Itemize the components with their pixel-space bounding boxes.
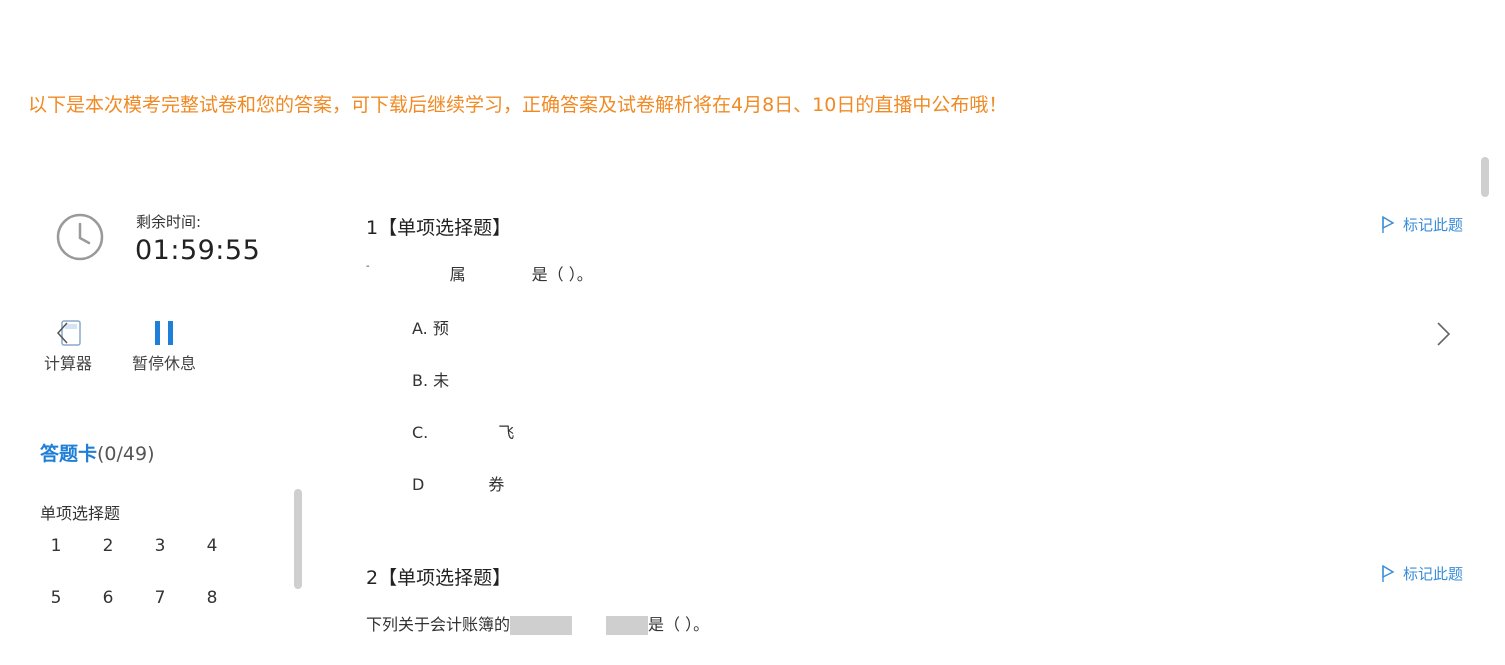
mark-label: 标记此题 [1403, 216, 1464, 234]
mark-question-2-button[interactable]: 标记此题 [1381, 563, 1463, 584]
answer-card-item[interactable]: 8 [186, 588, 238, 608]
calculator-button[interactable]: 计算器 [40, 318, 96, 374]
question-type-label: 单项选择题 [40, 504, 121, 523]
answer-card-scrollbar[interactable] [294, 489, 302, 589]
answer-card-item[interactable]: 1 [30, 536, 82, 556]
page-scrollbar[interactable] [1481, 157, 1489, 197]
mark-question-1-button[interactable]: 标记此题 [1381, 214, 1463, 235]
calculator-label: 计算器 [43, 354, 92, 373]
option-text: 未 [433, 371, 450, 390]
redacted-text [606, 616, 649, 635]
pause-icon [126, 318, 202, 348]
pause-label: 暂停休息 [131, 354, 196, 373]
option-text: 券 [488, 475, 505, 494]
option-d[interactable]: D券 [412, 471, 504, 495]
redacted-text [572, 616, 607, 635]
answer-card-item[interactable]: 3 [134, 536, 186, 556]
redacted-text [510, 616, 573, 635]
option-letter: B. [412, 371, 429, 390]
stem-fragment: 是（ ）。 [531, 265, 593, 284]
redacted-text [369, 266, 450, 285]
redacted-text [465, 266, 532, 285]
result-notice-banner: 以下是本次模考完整试卷和您的答案，可下载后继续学习，正确答案及试卷解析将在4月8… [28, 94, 1008, 116]
answer-card-item[interactable]: 5 [30, 588, 82, 608]
flag-icon [1382, 215, 1395, 233]
exam-page: 以下是本次模考完整试卷和您的答案，可下载后继续学习，正确答案及试卷解析将在4月8… [0, 0, 1505, 665]
question-2-stem: 下列关于会计账簿的 是（ ）。 [366, 611, 709, 635]
redacted-text [424, 476, 489, 495]
answer-card-grid: 1 2 3 4 5 6 7 8 [30, 536, 240, 608]
option-letter: A. [412, 319, 428, 338]
stem-fragment: 是（ ）。 [648, 615, 710, 634]
question-1-stem: - 属是（ ）。 [366, 261, 593, 285]
option-a[interactable]: A. 预 [412, 315, 449, 339]
remaining-time-value: 01:59:55 [135, 235, 261, 266]
answer-card-item[interactable]: 7 [134, 588, 186, 608]
remaining-time-label: 剩余时间: [136, 213, 202, 231]
option-letter: D [412, 475, 425, 494]
pause-button[interactable]: 暂停休息 [126, 318, 202, 374]
next-question-arrow-icon[interactable] [1432, 320, 1454, 348]
answer-card-item[interactable]: 6 [82, 588, 134, 608]
stem-fragment: 属 [449, 265, 466, 284]
clock-icon [56, 213, 104, 261]
mark-label: 标记此题 [1403, 565, 1464, 583]
option-text: 预 [432, 319, 449, 338]
answer-card-label: 答题卡 [40, 443, 98, 465]
option-text: 飞 [498, 423, 515, 442]
calculator-icon [40, 318, 96, 348]
option-letter: C. [412, 423, 429, 442]
stem-fragment: 下列关于会计账簿的 [366, 615, 511, 634]
answer-card-item[interactable]: 2 [82, 536, 134, 556]
option-b[interactable]: B. 未 [412, 367, 449, 391]
answer-card-item[interactable]: 4 [186, 536, 238, 556]
answer-card-count: (0/49) [97, 443, 155, 465]
question-2-header: 2【单项选择题】 [366, 567, 512, 589]
option-c[interactable]: C. 飞 [412, 419, 514, 443]
flag-icon [1382, 564, 1395, 582]
answer-card-title: 答题卡(0/49) [40, 439, 155, 466]
question-1-header: 1【单项选择题】 [366, 217, 512, 239]
redacted-text [428, 424, 499, 443]
